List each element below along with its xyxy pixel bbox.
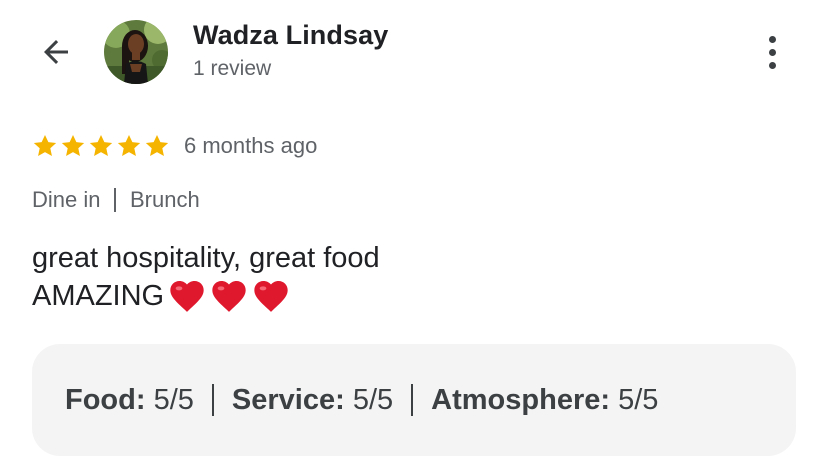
star-icon (89, 134, 113, 156)
meta-service-type: Dine in (32, 187, 101, 212)
rating-value: 5/5 (618, 383, 659, 416)
more-options-button[interactable] (752, 30, 792, 74)
back-button[interactable] (34, 30, 78, 74)
review-time: 6 months ago (184, 133, 318, 158)
review-count: 1 review (193, 57, 272, 80)
review-text-emphasis: AMAZING (32, 280, 165, 312)
rating-label: Service: (231, 383, 345, 416)
category-ratings-card: Food: 5/5 Service: 5/5 Atmosphere: 5/5 (32, 344, 796, 456)
heart-icon (254, 281, 288, 312)
rating-food: Food: 5/5 (65, 384, 194, 417)
review-page: Wadza Lindsay 1 review 6 months ago Dine… (0, 0, 828, 473)
review-text-line: AMAZING (32, 276, 380, 316)
heart-icon (212, 281, 246, 312)
meta-meal-type: Brunch (129, 187, 200, 212)
arrow-left-icon (44, 40, 68, 64)
review-text: great hospitality, great food AMAZING (32, 240, 380, 316)
avatar[interactable] (104, 20, 168, 84)
rating-label: Food: (65, 383, 146, 416)
star-icon (61, 134, 85, 156)
avatar-image (104, 20, 168, 84)
rating-label: Atmosphere: (431, 383, 611, 416)
rating-value: 5/5 (352, 383, 394, 416)
rating-value: 5/5 (153, 383, 194, 416)
rating-atmosphere: Atmosphere: 5/5 (431, 384, 658, 417)
rating-divider (211, 384, 214, 416)
heart-emojis (166, 276, 292, 316)
star-icon (117, 134, 141, 156)
more-vertical-icon-dot (768, 61, 776, 69)
more-vertical-icon-dot (768, 48, 776, 56)
visit-meta: Dine in Brunch (32, 187, 200, 213)
rating-divider (411, 384, 414, 416)
rating-service: Service: 5/5 (232, 384, 393, 417)
star-icon (145, 134, 169, 156)
star-icon (33, 134, 57, 156)
more-vertical-icon (768, 35, 776, 43)
heart-icon (170, 281, 204, 312)
meta-divider (114, 188, 116, 212)
star-rating (32, 133, 170, 159)
review-text-line: great hospitality, great food (32, 242, 380, 274)
reviewer-name[interactable]: Wadza Lindsay (193, 20, 388, 51)
